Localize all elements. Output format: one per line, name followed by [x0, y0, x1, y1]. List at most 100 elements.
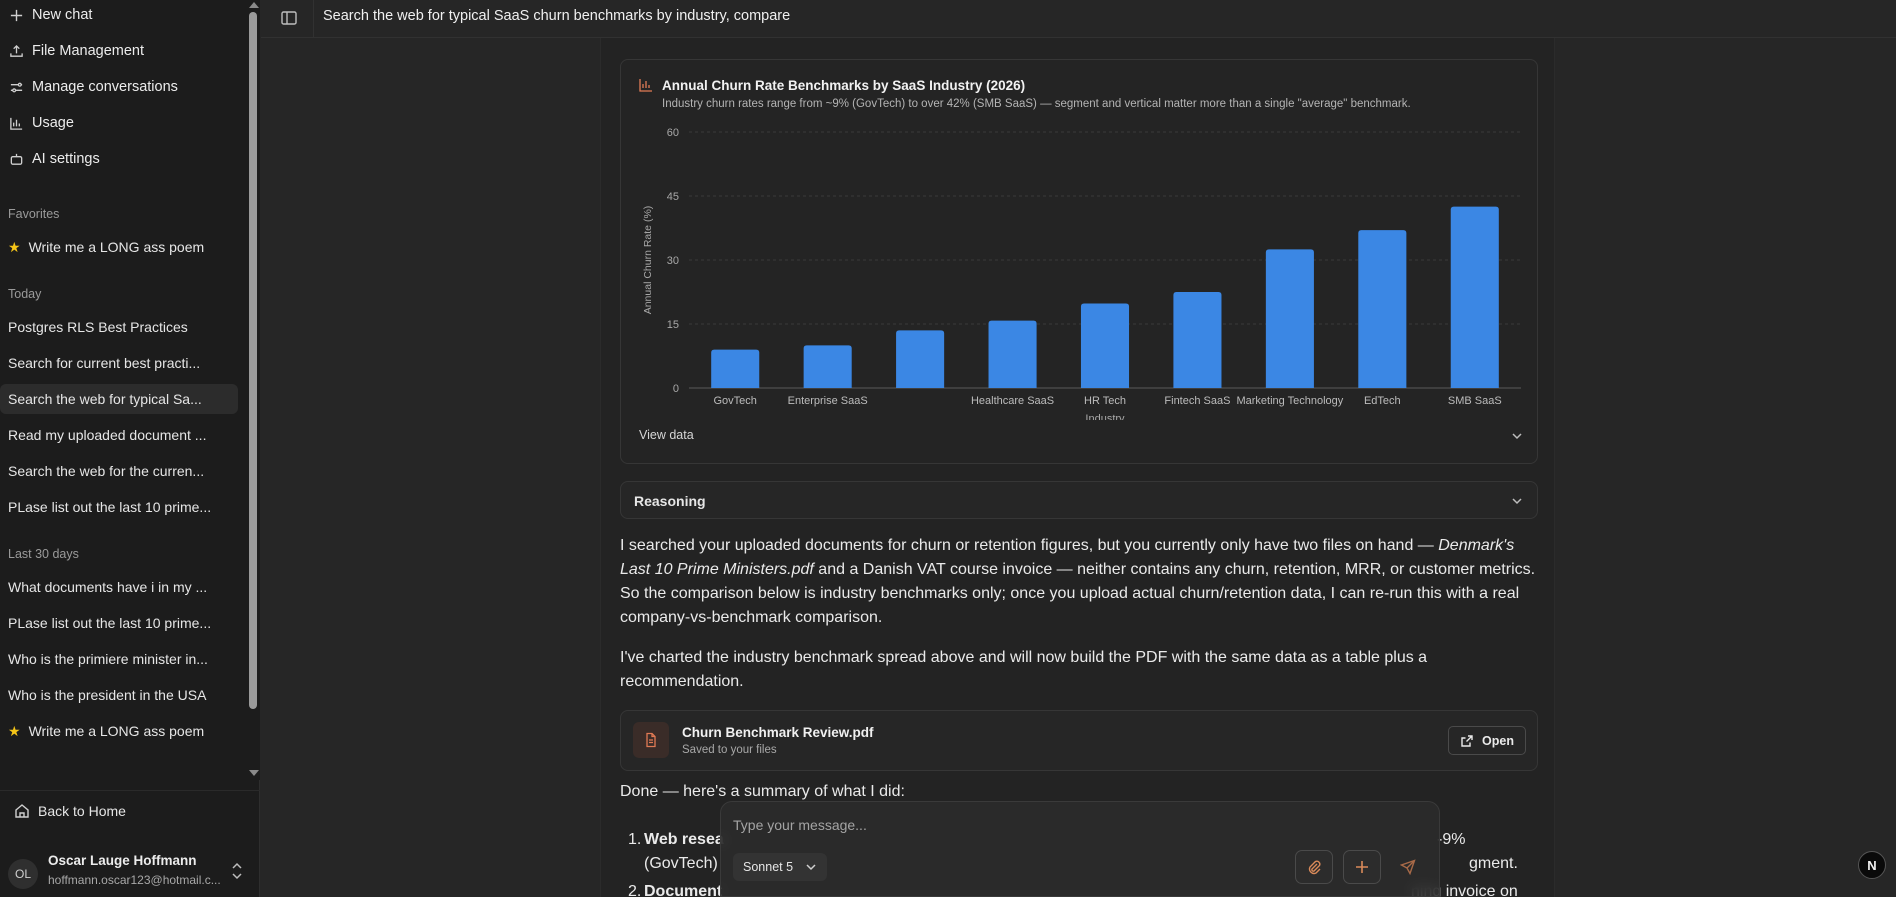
chat-label: What documents have i in my ...: [8, 579, 208, 595]
bar: [1080, 303, 1130, 388]
model-selector[interactable]: Sonnet 5: [733, 853, 828, 881]
assistant-paragraph: I've charted the industry benchmark spre…: [620, 649, 1428, 690]
user-name: Oscar Lauge Hoffmann: [48, 853, 197, 868]
chevron-down-icon: [1512, 498, 1522, 505]
view-data-toggle[interactable]: View data: [639, 428, 694, 442]
list-item-heading: Document: [644, 883, 723, 897]
app-badge[interactable]: N: [1858, 851, 1886, 879]
chat-label: Postgres RLS Best Practices: [8, 319, 188, 335]
x-tick-label: Healthcare SaaS: [971, 395, 1054, 407]
plus-icon: [8, 7, 24, 23]
list-item-text: gment.: [1469, 855, 1518, 872]
app-window: New chat File Management Manage conversa…: [0, 0, 1896, 897]
x-tick-label: Marketing Technology: [1236, 395, 1343, 407]
chat-label: Search the web for the curren...: [8, 463, 205, 479]
x-tick-label: HR Tech: [1084, 395, 1126, 407]
attach-file-button[interactable]: [1295, 850, 1333, 884]
file-attachment-card: Churn Benchmark Review.pdf Saved to your…: [620, 710, 1538, 771]
star-icon: ★: [8, 238, 21, 255]
y-tick-label: 45: [667, 191, 679, 203]
assistant-paragraph: I searched your uploaded documents for c…: [620, 534, 1540, 630]
x-tick-label: EdTech: [1364, 395, 1401, 407]
plus-icon: [1356, 861, 1368, 873]
bar: [1265, 249, 1314, 388]
sidebar-chat-active[interactable]: Search the web for typical Sa...: [0, 384, 238, 414]
chat-label: Write me a LONG ass poem: [28, 723, 205, 739]
today-heading: Today: [8, 287, 42, 301]
back-to-home-button[interactable]: Back to Home: [14, 803, 126, 819]
star-icon: ★: [8, 722, 21, 739]
favorites-heading: Favorites: [8, 207, 60, 221]
scroll-up-arrow-icon[interactable]: [249, 2, 259, 8]
list-item-heading: Web resea: [644, 831, 724, 848]
sidebar-chat[interactable]: What documents have i in my ...: [0, 572, 238, 602]
home-icon: [15, 804, 29, 818]
add-button[interactable]: [1343, 850, 1381, 884]
x-tick-label: Enterprise SaaS: [788, 395, 868, 407]
sidebar-chat[interactable]: PLase list out the last 10 prime...: [0, 492, 238, 522]
nav-label: File Management: [32, 43, 145, 59]
open-file-button[interactable]: Open: [1448, 726, 1526, 755]
sidebar-scrollbar[interactable]: [246, 0, 260, 780]
external-link-icon: [1461, 734, 1473, 747]
chat-label: Who is the president in the USA: [8, 687, 207, 703]
scroll-thumb[interactable]: [249, 12, 257, 709]
sidebar-chat-favorite[interactable]: ★ Write me a LONG ass poem: [0, 716, 238, 746]
scroll-down-arrow-icon[interactable]: [249, 770, 259, 776]
send-button[interactable]: [1389, 850, 1427, 884]
sidebar-chat[interactable]: Postgres RLS Best Practices: [0, 312, 238, 342]
chart-subtitle: Industry churn rates range from ~9% (Gov…: [662, 98, 1411, 110]
y-tick-label: 60: [667, 127, 679, 139]
conversation-title: Search the web for typical SaaS churn be…: [323, 8, 791, 24]
chevron-down-icon[interactable]: [1511, 430, 1523, 442]
sidebar-chat-favorite[interactable]: ★ Write me a LONG ass poem: [0, 232, 238, 262]
upload-icon: [8, 43, 24, 59]
bar-chart-icon: [639, 79, 652, 92]
message-composer: Sonnet 5: [720, 801, 1440, 897]
chart-card: Annual Churn Rate Benchmarks by SaaS Ind…: [620, 59, 1538, 464]
bar: [1173, 292, 1222, 388]
sidebar-chat[interactable]: Who is the primiere minister in...: [0, 644, 238, 674]
new-chat-button[interactable]: New chat: [0, 0, 244, 33]
ai-settings-button[interactable]: AI settings: [0, 141, 244, 177]
chat-label: Search the web for typical Sa...: [8, 391, 202, 407]
y-tick-label: 30: [667, 255, 679, 267]
chevron-down-icon: [806, 864, 816, 871]
x-tick-label: Fintech SaaS: [1164, 395, 1230, 407]
x-tick-label: SMB SaaS: [1448, 395, 1502, 407]
bar: [711, 349, 760, 388]
x-axis-label: Industry: [1085, 413, 1125, 420]
user-menu[interactable]: OL Oscar Lauge Hoffmann hoffmann.oscar12…: [0, 847, 260, 897]
nav-label: AI settings: [32, 151, 100, 167]
sidebar-chat[interactable]: PLase list out the last 10 prime...: [0, 608, 238, 638]
bar: [803, 345, 852, 388]
message-input[interactable]: [733, 815, 1423, 835]
avatar: OL: [8, 859, 38, 889]
paragraph-text: I searched your uploaded documents for c…: [620, 537, 1439, 554]
sidebar-toggle-icon[interactable]: [279, 8, 299, 28]
file-management-button[interactable]: File Management: [0, 33, 244, 69]
sidebar-chat[interactable]: Who is the president in the USA: [0, 680, 238, 710]
file-name: Churn Benchmark Review.pdf: [682, 725, 874, 740]
sidebar-chat[interactable]: Read my uploaded document ...: [0, 420, 238, 450]
y-axis-label: Annual Churn Rate (%): [642, 206, 654, 315]
open-label: Open: [1482, 733, 1514, 748]
chat-label: Write me a LONG ass poem: [28, 239, 205, 255]
model-label: Sonnet 5: [743, 860, 794, 874]
last30-heading: Last 30 days: [8, 547, 79, 561]
user-email: hoffmann.oscar123@hotmail.c...: [48, 873, 221, 887]
topbar: Search the web for typical SaaS churn be…: [261, 0, 1896, 38]
chat-label: Read my uploaded document ...: [8, 427, 207, 443]
sidebar-chat[interactable]: Search the web for the curren...: [0, 456, 238, 486]
nav-label: Usage: [32, 115, 74, 131]
sidebar-chat[interactable]: Search for current best practi...: [0, 348, 238, 378]
reasoning-toggle[interactable]: Reasoning: [620, 481, 1538, 519]
usage-button[interactable]: Usage: [0, 105, 244, 141]
bar-chart: 0 15 30 45 60 Annual Churn Rate (%) GovTech Ent…: [642, 127, 1521, 420]
list-number: 1.: [628, 831, 642, 848]
back-home-label: Back to Home: [38, 803, 126, 819]
paperclip-icon: [1308, 860, 1321, 875]
bot-icon: [8, 151, 24, 167]
bar: [988, 320, 1037, 388]
manage-conversations-button[interactable]: Manage conversations: [0, 69, 244, 105]
